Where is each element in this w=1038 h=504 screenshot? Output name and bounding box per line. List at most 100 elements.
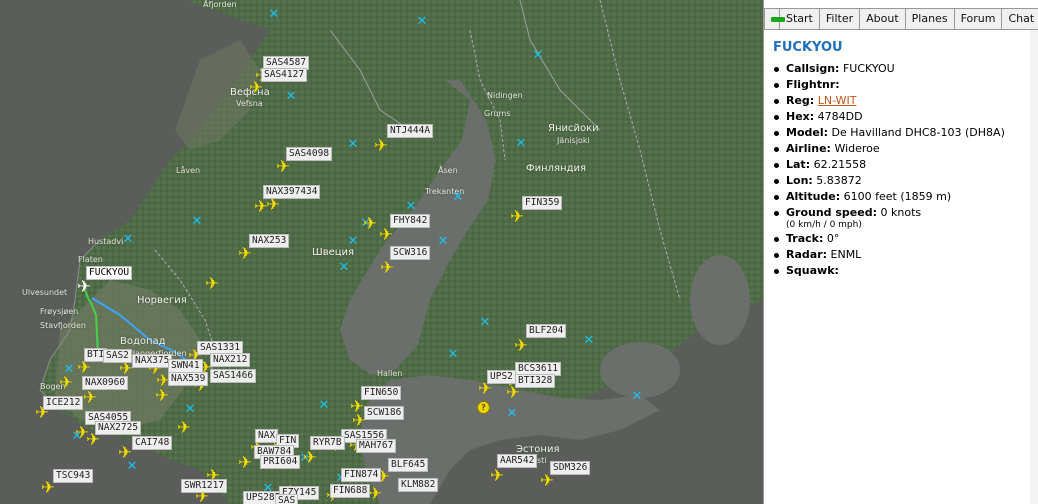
- flight-label[interactable]: KLM882: [398, 478, 439, 492]
- plane-icon[interactable]: ✈: [372, 137, 390, 155]
- place-laven: Låven: [176, 166, 201, 175]
- place-froysjaen: Frøysjøen: [40, 307, 79, 316]
- flight-label[interactable]: MAH767: [356, 439, 397, 453]
- receiver-icon[interactable]: ✕: [347, 138, 359, 151]
- receiver-icon[interactable]: ✕: [184, 403, 196, 416]
- flight-label[interactable]: UPS2: [487, 370, 516, 384]
- tab-planes[interactable]: Planes: [904, 8, 955, 30]
- flight-label[interactable]: BLF645: [388, 458, 429, 472]
- receiver-icon[interactable]: ✕: [631, 390, 643, 403]
- detail-hex: Hex: 4784DD: [773, 109, 1026, 125]
- receiver-icon[interactable]: ✕: [268, 8, 280, 21]
- country-norway: Норвегия: [137, 295, 187, 306]
- receiver-icon[interactable]: ✕: [437, 235, 449, 248]
- plane-icon[interactable]: ✈: [378, 259, 396, 277]
- tab-start[interactable]: Start: [779, 8, 820, 30]
- detail-flightnr: Flightnr:: [773, 77, 1026, 93]
- plane-icon[interactable]: ✈: [203, 275, 221, 293]
- detail-model: Model: De Havilland DHC8-103 (DH8A): [773, 125, 1026, 141]
- tab-chat[interactable]: Chat: [1001, 8, 1038, 30]
- receiver-icon[interactable]: ✕: [191, 215, 203, 228]
- receiver-icon[interactable]: ✕: [416, 15, 428, 28]
- plane-icon[interactable]: ✈: [377, 226, 395, 244]
- flight-label[interactable]: NAX397434: [263, 185, 321, 199]
- flight-label[interactable]: SWN41: [168, 359, 203, 373]
- flight-map[interactable]: Åfjorden Вефсна Vefsna Låven Nidingen Gr…: [0, 0, 763, 504]
- place-hustadvika: Hustadvi: [88, 237, 124, 246]
- plane-icon[interactable]: ✈: [512, 337, 530, 355]
- flight-label[interactable]: PRI604: [260, 455, 301, 469]
- panel-scrollbar[interactable]: [1030, 30, 1038, 504]
- flight-label[interactable]: SAS4127: [261, 68, 308, 82]
- status-indicator[interactable]: [764, 8, 785, 30]
- receiver-icon[interactable]: ✕: [452, 191, 464, 204]
- flight-label[interactable]: RYR7B: [310, 436, 345, 450]
- reg-link[interactable]: LN-WIT: [818, 94, 857, 107]
- detail-altitude: Altitude: 6100 feet (1859 m): [773, 189, 1026, 205]
- flight-label[interactable]: FIN650: [361, 386, 402, 400]
- receiver-icon[interactable]: ✕: [318, 399, 330, 412]
- flight-label[interactable]: BLF204: [526, 324, 567, 338]
- flight-label[interactable]: SAS: [275, 494, 299, 504]
- plane-icon[interactable]: ✈: [57, 374, 75, 392]
- receiver-icon[interactable]: ✕: [338, 261, 350, 274]
- place-asen: Åsen: [438, 166, 458, 175]
- plane-icon[interactable]: ✈: [236, 454, 254, 472]
- plane-icon[interactable]: ✈: [508, 208, 526, 226]
- flight-label[interactable]: FIN688: [330, 484, 371, 498]
- tab-forum[interactable]: Forum: [953, 8, 1003, 30]
- flight-label[interactable]: NTJ444A: [387, 124, 434, 138]
- airport-marker[interactable]: ?: [477, 401, 490, 414]
- plane-icon[interactable]: ✈: [153, 387, 171, 405]
- receiver-icon[interactable]: ✕: [122, 233, 134, 246]
- place-jansiokki-latin: Jänisjoki: [557, 136, 590, 145]
- receiver-icon[interactable]: ✕: [532, 49, 544, 62]
- flight-label[interactable]: NAX0960: [82, 376, 129, 390]
- flight-label[interactable]: NAX253: [249, 234, 290, 248]
- receiver-icon[interactable]: ✕: [515, 137, 527, 150]
- flight-label[interactable]: NAX: [255, 429, 279, 443]
- flight-label[interactable]: SDM326: [550, 461, 591, 475]
- flight-details: FUCKYOU Callsign: FUCKYOU Flightnr: Reg:…: [773, 40, 1026, 279]
- receiver-icon[interactable]: ✕: [285, 90, 297, 103]
- flight-label[interactable]: NAX375: [132, 354, 173, 368]
- plane-icon[interactable]: ✈: [175, 419, 193, 437]
- flight-label-selected[interactable]: FUCKYOU: [86, 266, 133, 280]
- flight-label[interactable]: TSC943: [53, 469, 94, 483]
- flight-label[interactable]: SAS4098: [286, 147, 333, 161]
- flight-label[interactable]: FIN359: [522, 196, 563, 210]
- tab-filter[interactable]: Filter: [818, 8, 861, 30]
- flight-label[interactable]: ICE212: [43, 396, 84, 410]
- detail-lat: Lat: 62.21558: [773, 157, 1026, 173]
- tab-about[interactable]: About: [859, 8, 906, 30]
- receiver-icon[interactable]: ✕: [447, 348, 459, 361]
- plane-icon[interactable]: ✈: [488, 467, 506, 485]
- place-hallen: Hallen: [377, 369, 403, 378]
- receiver-icon[interactable]: ✕: [405, 200, 417, 213]
- flight-label[interactable]: SAS1466: [210, 369, 257, 383]
- flight-label[interactable]: SAS2: [103, 349, 132, 363]
- flight-label[interactable]: SWR1217: [181, 479, 228, 493]
- flight-label[interactable]: FIN874: [341, 468, 382, 482]
- flight-label[interactable]: AAR542: [497, 454, 538, 468]
- flight-label[interactable]: NAX539: [168, 372, 209, 386]
- selected-plane-icon[interactable]: ✈: [75, 278, 93, 296]
- detail-ground-speed: Ground speed: 0 knots (0 km/h / 0 mph): [773, 205, 1026, 231]
- country-sweden: Швеция: [312, 247, 355, 258]
- receiver-icon[interactable]: ✕: [479, 316, 491, 329]
- flight-label[interactable]: FHY842: [390, 214, 431, 228]
- receiver-icon[interactable]: ✕: [506, 407, 518, 420]
- flight-label[interactable]: BTI328: [515, 374, 556, 388]
- flight-label[interactable]: NAX212: [210, 353, 251, 367]
- place-vefsna-latin: Vefsna: [236, 99, 263, 108]
- status-icon: [771, 17, 785, 22]
- detail-callsign: Callsign: FUCKYOU: [773, 61, 1026, 77]
- flight-label[interactable]: NAX2725: [95, 421, 142, 435]
- flight-label[interactable]: CAI748: [132, 436, 173, 450]
- receiver-icon[interactable]: ✕: [347, 235, 359, 248]
- flight-label[interactable]: SCW316: [390, 246, 431, 260]
- plane-icon[interactable]: ✈: [301, 449, 319, 467]
- plane-icon[interactable]: ✈: [81, 389, 99, 407]
- flight-label[interactable]: SCW186: [364, 406, 405, 420]
- receiver-icon[interactable]: ✕: [583, 334, 595, 347]
